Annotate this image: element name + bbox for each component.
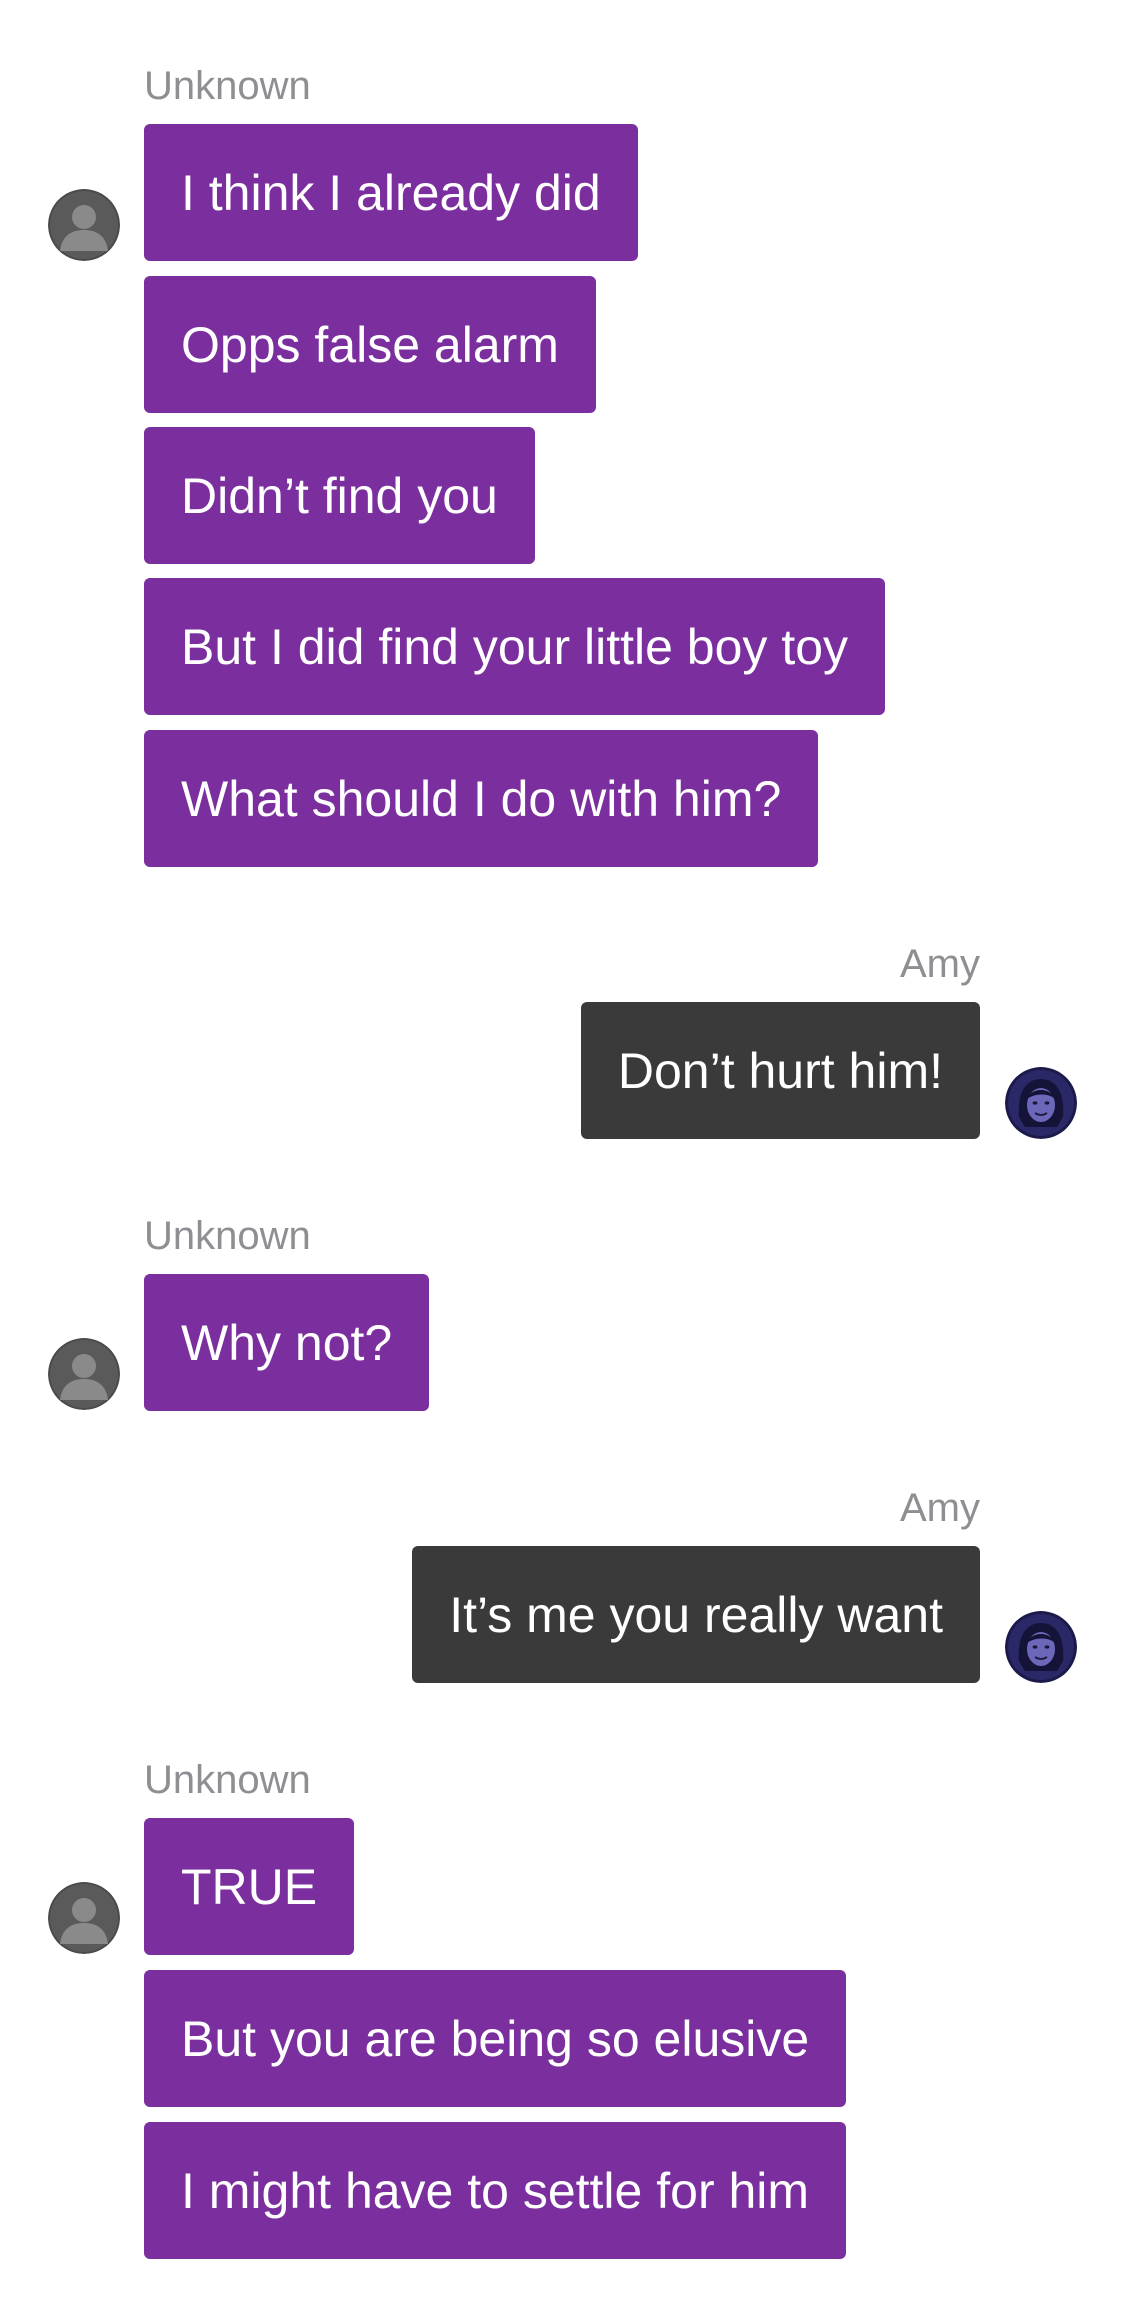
sender-name: Unknown bbox=[144, 1758, 311, 1802]
message-bubble-incoming[interactable]: Didn’t find you bbox=[144, 427, 535, 564]
message-bubble-incoming[interactable]: Opps false alarm bbox=[144, 276, 596, 413]
amy-portrait-avatar-icon[interactable] bbox=[1005, 1067, 1077, 1139]
amy-portrait-avatar-icon[interactable] bbox=[1005, 1611, 1077, 1683]
sender-name: Unknown bbox=[144, 64, 311, 108]
message-bubble-outgoing[interactable]: It’s me you really want bbox=[412, 1546, 980, 1683]
sender-name: Amy bbox=[900, 942, 980, 986]
sender-name: Amy bbox=[900, 1486, 980, 1530]
message-bubble-incoming[interactable]: I think I already did bbox=[144, 124, 638, 261]
default-person-avatar-icon[interactable] bbox=[48, 189, 120, 261]
default-person-avatar-icon[interactable] bbox=[48, 1338, 120, 1410]
message-bubble-incoming[interactable]: Why not? bbox=[144, 1274, 430, 1411]
message-bubble-incoming[interactable]: What should I do with him? bbox=[144, 730, 819, 867]
message-bubble-incoming[interactable]: I might have to settle for him bbox=[144, 2122, 847, 2259]
sender-name: Unknown bbox=[144, 1214, 311, 1258]
message-bubble-outgoing[interactable]: Don’t hurt him! bbox=[580, 1002, 980, 1139]
message-bubble-incoming[interactable]: But you are being so elusive bbox=[144, 1970, 847, 2107]
default-person-avatar-icon[interactable] bbox=[48, 1882, 120, 1954]
message-bubble-incoming[interactable]: TRUE bbox=[144, 1818, 355, 1955]
message-bubble-incoming[interactable]: But I did find your little boy toy bbox=[144, 578, 886, 715]
